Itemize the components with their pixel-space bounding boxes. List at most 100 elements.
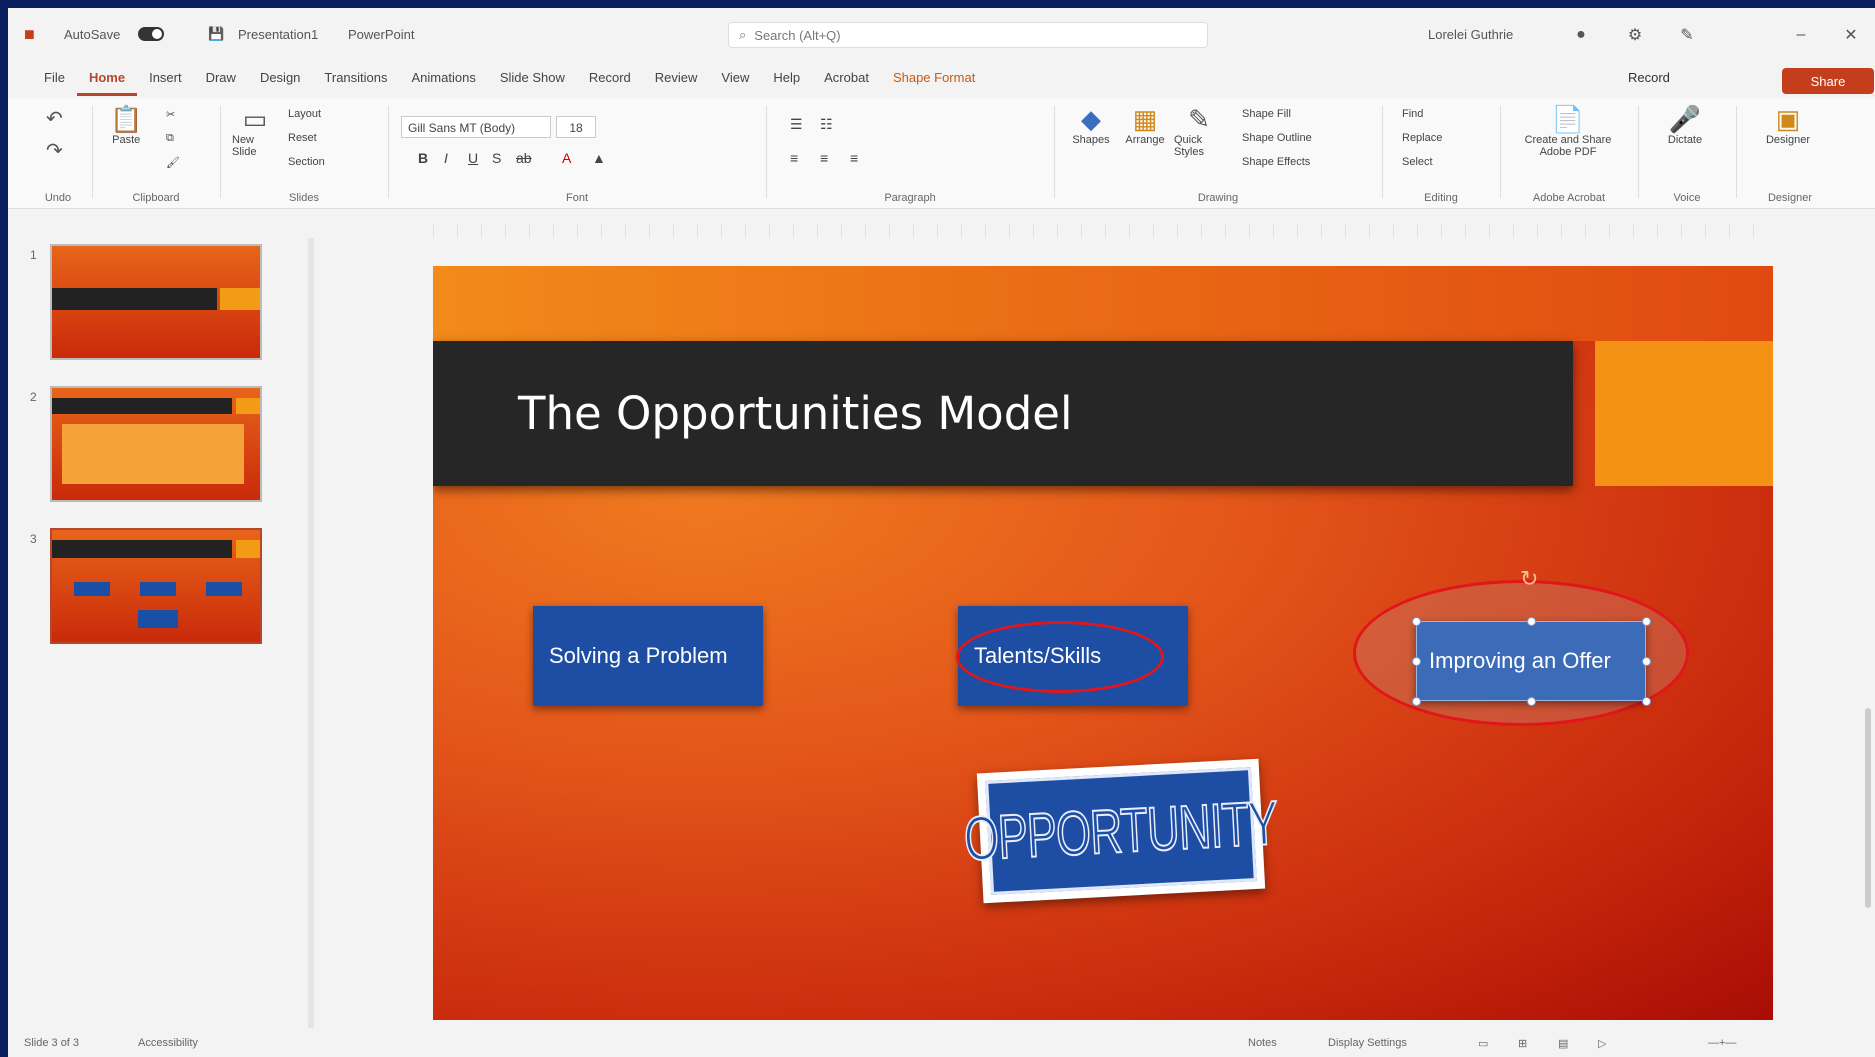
tab-transitions[interactable]: Transitions bbox=[312, 60, 399, 96]
format-painter-icon[interactable]: 🖌 bbox=[166, 156, 180, 169]
create-pdf-button[interactable]: 📄 Create and Share Adobe PDF bbox=[1518, 104, 1618, 158]
select-button[interactable]: Select bbox=[1402, 156, 1433, 168]
resize-handle-br[interactable] bbox=[1642, 697, 1651, 706]
designer-button[interactable]: ▣ Designer bbox=[1758, 104, 1818, 146]
copy-icon[interactable]: ⧉ bbox=[166, 132, 174, 145]
dictate-button[interactable]: 🎤 Dictate bbox=[1660, 104, 1710, 146]
tab-file[interactable]: File bbox=[32, 60, 77, 96]
display-settings-button[interactable]: Display Settings bbox=[1328, 1037, 1407, 1049]
reset-button[interactable]: Reset bbox=[288, 132, 317, 144]
reading-view-icon[interactable]: ▤ bbox=[1558, 1037, 1568, 1050]
font-size-input[interactable]: 18 bbox=[556, 116, 596, 138]
pen-icon[interactable]: ✎ bbox=[1674, 22, 1700, 48]
paste-button[interactable]: 📋 Paste bbox=[110, 104, 142, 146]
slide-canvas[interactable]: The Opportunities Model Solving a Proble… bbox=[433, 266, 1773, 1020]
resize-handle-bl[interactable] bbox=[1412, 697, 1421, 706]
font-group: Font B I U S ab A ▲ bbox=[392, 98, 762, 208]
underline-button[interactable]: U bbox=[468, 150, 478, 166]
shapes-label: Shapes bbox=[1072, 134, 1110, 146]
slideshow-icon[interactable]: ▷ bbox=[1598, 1037, 1606, 1050]
box-solving-a-problem[interactable]: Solving a Problem bbox=[533, 606, 763, 706]
tab-slide-show[interactable]: Slide Show bbox=[488, 60, 577, 96]
title-placeholder[interactable]: The Opportunities Model bbox=[433, 341, 1573, 486]
close-icon[interactable]: ✕ bbox=[1838, 22, 1864, 48]
settings-icon[interactable]: ⚙ bbox=[1622, 22, 1648, 48]
slides-group-label: Slides bbox=[289, 192, 319, 204]
find-button[interactable]: Find bbox=[1402, 108, 1423, 120]
bullets-icon[interactable]: ☰ bbox=[790, 116, 803, 133]
thumbnail-number-2: 2 bbox=[30, 390, 37, 404]
align-right-icon[interactable]: ≡ bbox=[850, 150, 858, 166]
resize-handle-tr[interactable] bbox=[1642, 617, 1651, 626]
highlight-icon[interactable]: ▲ bbox=[592, 150, 606, 166]
tab-acrobat[interactable]: Acrobat bbox=[812, 60, 881, 96]
save-icon[interactable]: 💾 bbox=[208, 8, 224, 60]
slide-thumbnail-1[interactable] bbox=[50, 244, 262, 360]
new-slide-button[interactable]: ▭ New Slide bbox=[232, 104, 278, 158]
autosave-toggle[interactable] bbox=[128, 8, 174, 60]
slide-top-strip bbox=[433, 266, 1773, 341]
tab-home[interactable]: Home bbox=[76, 60, 138, 96]
share-button[interactable]: Share bbox=[1782, 68, 1874, 94]
resize-handle-mr[interactable] bbox=[1642, 657, 1651, 666]
shapes-button[interactable]: ◆ Shapes bbox=[1066, 104, 1116, 146]
arrange-button[interactable]: ▦ Arrange bbox=[1120, 104, 1170, 146]
tab-shape-format[interactable]: Shape Format bbox=[881, 60, 987, 96]
replace-button[interactable]: Replace bbox=[1402, 132, 1442, 144]
zoom-slider[interactable]: —+— bbox=[1708, 1037, 1736, 1049]
slide-thumbnail-3[interactable] bbox=[50, 528, 262, 644]
layout-button[interactable]: Layout bbox=[288, 108, 321, 120]
normal-view-icon[interactable]: ▭ bbox=[1478, 1037, 1488, 1050]
cut-icon[interactable]: ✂ bbox=[166, 108, 175, 121]
shape-outline-button[interactable]: Shape Outline bbox=[1242, 132, 1312, 144]
tab-design[interactable]: Design bbox=[248, 60, 312, 96]
tab-animations[interactable]: Animations bbox=[400, 60, 488, 96]
resize-handle-bc[interactable] bbox=[1527, 697, 1536, 706]
redo-icon[interactable]: ↷ bbox=[46, 136, 63, 166]
shape-effects-button[interactable]: Shape Effects bbox=[1242, 156, 1310, 168]
editing-group: Find Replace Select Editing bbox=[1386, 98, 1496, 208]
tab-view[interactable]: View bbox=[709, 60, 761, 96]
tab-help[interactable]: Help bbox=[761, 60, 812, 96]
ribbon-tabs: File Home Insert Draw Design Transitions… bbox=[8, 60, 1875, 96]
paragraph-group: ☰ ☷ ≡ ≡ ≡ Paragraph bbox=[770, 98, 1050, 208]
italic-button[interactable]: I bbox=[444, 150, 448, 166]
slide-thumbnail-2[interactable] bbox=[50, 386, 262, 502]
vertical-scrollbar[interactable] bbox=[1865, 708, 1871, 908]
slide-title[interactable]: The Opportunities Model bbox=[518, 341, 1072, 486]
resize-handle-tl[interactable] bbox=[1412, 617, 1421, 626]
minimize-icon[interactable]: – bbox=[1788, 22, 1814, 48]
user-name[interactable]: Lorelei Guthrie bbox=[1428, 8, 1513, 60]
font-name-input[interactable]: Gill Sans MT (Body) bbox=[401, 116, 551, 138]
notes-button[interactable]: Notes bbox=[1248, 1037, 1277, 1049]
align-center-icon[interactable]: ≡ bbox=[820, 150, 828, 166]
resize-handle-tc[interactable] bbox=[1527, 617, 1536, 626]
opportunity-stamp-image[interactable]: OPPORTUNITY bbox=[962, 758, 1280, 904]
record-button[interactable]: Record bbox=[1628, 70, 1670, 85]
bold-button[interactable]: B bbox=[418, 150, 428, 166]
section-button[interactable]: Section bbox=[288, 156, 325, 168]
align-left-icon[interactable]: ≡ bbox=[790, 150, 798, 166]
file-name: Presentation1 bbox=[238, 26, 319, 42]
undo-icon[interactable]: ↶ bbox=[46, 104, 63, 134]
tab-record[interactable]: Record bbox=[577, 60, 643, 96]
tab-draw[interactable]: Draw bbox=[194, 60, 248, 96]
font-color-button[interactable]: A bbox=[562, 150, 571, 166]
accessibility-status[interactable]: Accessibility bbox=[138, 1037, 198, 1049]
pane-splitter[interactable] bbox=[308, 238, 314, 1028]
rotate-handle-icon[interactable]: ↻ bbox=[1520, 566, 1538, 592]
search-input[interactable]: ⌕ Search (Alt+Q) bbox=[728, 22, 1208, 48]
acrobat-group: 📄 Create and Share Adobe PDF Adobe Acroba… bbox=[1504, 98, 1634, 208]
tab-insert[interactable]: Insert bbox=[137, 60, 194, 96]
voice-group-label: Voice bbox=[1673, 192, 1701, 204]
box-improving-an-offer[interactable]: Improving an Offer bbox=[1416, 621, 1646, 701]
shadow-button[interactable]: S bbox=[492, 150, 501, 166]
resize-handle-ml[interactable] bbox=[1412, 657, 1421, 666]
avatar[interactable]: ● bbox=[1568, 22, 1594, 48]
tab-review[interactable]: Review bbox=[643, 60, 710, 96]
strikethrough-button[interactable]: ab bbox=[516, 150, 532, 166]
quick-styles-button[interactable]: ✎ Quick Styles bbox=[1174, 104, 1224, 158]
numbering-icon[interactable]: ☷ bbox=[820, 116, 833, 133]
shape-fill-button[interactable]: Shape Fill bbox=[1242, 108, 1291, 120]
slide-sorter-icon[interactable]: ⊞ bbox=[1518, 1037, 1527, 1050]
